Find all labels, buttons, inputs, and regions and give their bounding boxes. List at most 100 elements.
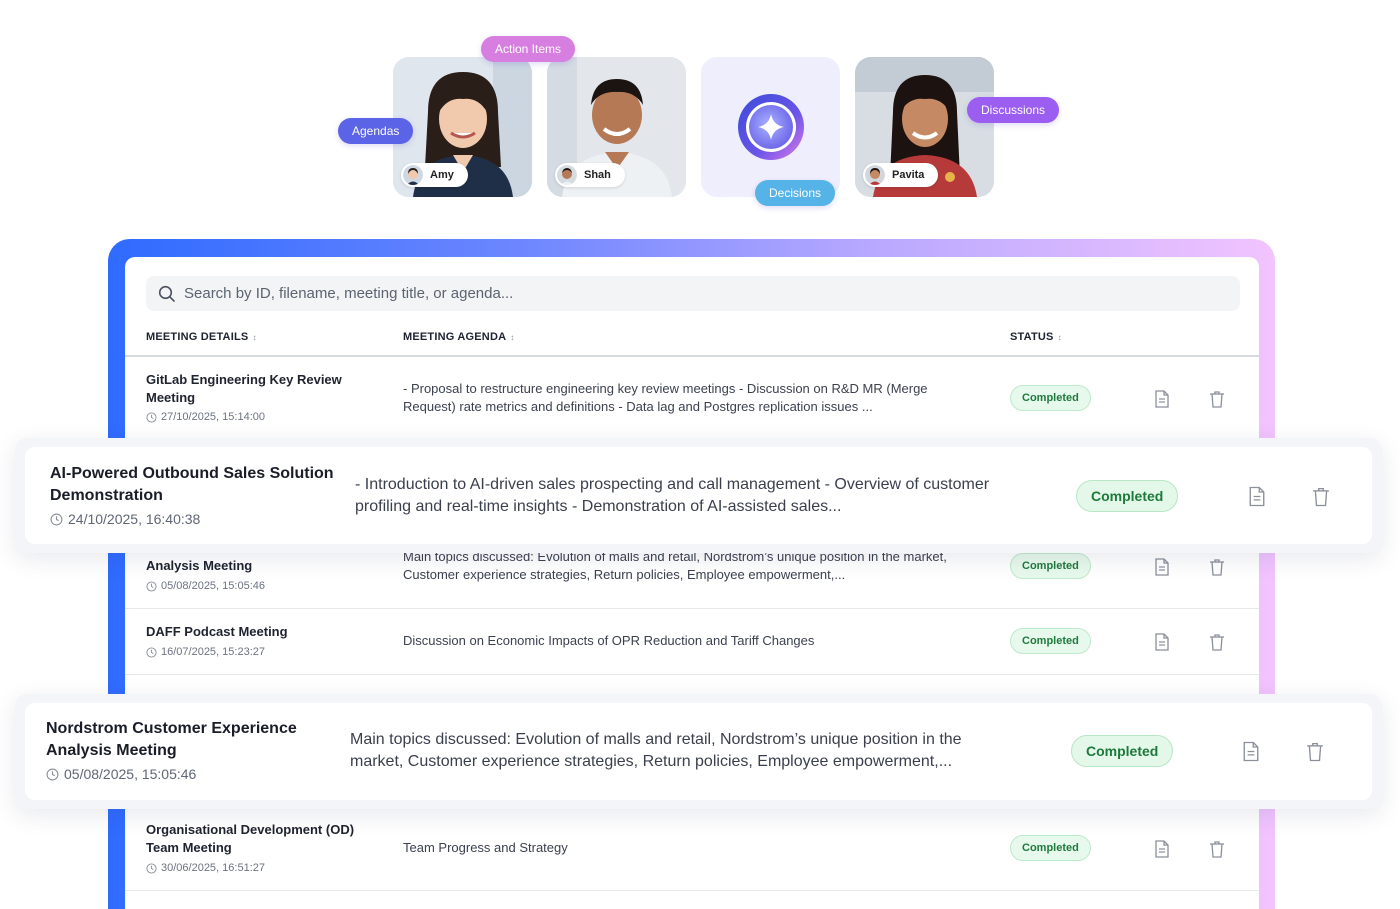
status-badge: Completed xyxy=(1010,553,1091,579)
row-divider xyxy=(125,890,1259,891)
document-icon xyxy=(1155,633,1169,651)
row-divider xyxy=(125,674,1259,675)
participant-name-chip: Amy xyxy=(401,163,468,187)
meeting-title: Organisational Development (OD) Team Mee… xyxy=(146,822,355,855)
discussions-tag: Discussions xyxy=(967,97,1060,123)
delete-button[interactable] xyxy=(1208,839,1226,859)
meeting-title: DAFF Podcast Meeting xyxy=(146,624,288,639)
sort-icon: ↕ xyxy=(1057,332,1062,342)
table-row[interactable]: Analysis Meeting 05/08/2025, 15:05:46 Ma… xyxy=(125,545,1259,608)
table-row[interactable]: GitLab Engineering Key Review Meeting 27… xyxy=(125,357,1259,442)
view-transcript-button[interactable] xyxy=(1153,839,1171,859)
status-badge: Completed xyxy=(1076,480,1179,512)
meeting-date: 27/10/2025, 15:14:00 xyxy=(146,411,265,423)
meeting-agenda: - Introduction to AI-driven sales prospe… xyxy=(355,476,990,515)
meeting-title: Nordstrom Customer Experience Analysis M… xyxy=(46,720,297,759)
trash-icon xyxy=(1210,634,1224,651)
meeting-date-text: 05/08/2025, 15:05:46 xyxy=(64,766,197,782)
participant-tile-shah: Shah xyxy=(547,57,686,197)
participant-tile-amy: Amy xyxy=(393,57,532,197)
status-badge: Completed xyxy=(1010,628,1091,654)
clock-icon xyxy=(146,646,157,658)
meeting-date: 16/07/2025, 15:23:27 xyxy=(146,646,265,658)
status-badge: Completed xyxy=(1071,735,1174,767)
clock-icon xyxy=(146,862,157,874)
column-header-meeting-agenda[interactable]: MEETING AGENDA ↕ xyxy=(403,331,514,343)
meeting-date: 30/06/2025, 16:51:27 xyxy=(146,862,265,874)
meeting-agenda: Main topics discussed: Evolution of mall… xyxy=(403,549,947,582)
delete-button[interactable] xyxy=(1208,389,1226,409)
trash-icon xyxy=(1307,742,1323,761)
highlighted-card-body: AI-Powered Outbound Sales Solution Demon… xyxy=(25,447,1372,544)
participant-name-chip: Pavita xyxy=(863,163,939,187)
table-row[interactable]: Organisational Development (OD) Team Mee… xyxy=(125,810,1259,890)
meeting-agenda: Main topics discussed: Evolution of mall… xyxy=(350,731,962,770)
status-badge: Completed xyxy=(1010,385,1091,411)
column-header-meeting-details[interactable]: MEETING DETAILS ↕ xyxy=(146,331,257,343)
column-header-label: MEETING DETAILS xyxy=(146,331,249,343)
document-icon xyxy=(1243,741,1259,761)
document-icon xyxy=(1155,840,1169,858)
document-icon xyxy=(1155,558,1169,576)
delete-button[interactable] xyxy=(1305,740,1325,762)
meeting-date: 24/10/2025, 16:40:38 xyxy=(50,511,200,527)
agendas-tag: Agendas xyxy=(338,118,414,144)
status-badge: Completed xyxy=(1010,835,1091,861)
sort-icon: ↕ xyxy=(510,332,515,342)
view-transcript-button[interactable] xyxy=(1153,557,1171,577)
delete-button[interactable] xyxy=(1311,485,1331,507)
clock-icon xyxy=(146,580,157,592)
trash-icon xyxy=(1210,841,1224,858)
meeting-date-text: 05/08/2025, 15:05:46 xyxy=(161,580,265,592)
ai-sparkle-icon xyxy=(737,94,804,160)
view-transcript-button[interactable] xyxy=(1153,632,1171,652)
action-items-tag: Action Items xyxy=(481,36,576,62)
clock-icon xyxy=(50,513,63,525)
delete-button[interactable] xyxy=(1208,632,1226,652)
meeting-date: 05/08/2025, 15:05:46 xyxy=(146,580,265,592)
search-placeholder: Search by ID, filename, meeting title, o… xyxy=(184,285,514,302)
participant-name: Amy xyxy=(430,169,454,181)
clock-icon xyxy=(46,768,59,780)
table-row[interactable]: DAFF Podcast Meeting 16/07/2025, 15:23:2… xyxy=(125,609,1259,674)
meeting-date-text: 27/10/2025, 15:14:00 xyxy=(161,411,265,423)
highlighted-card-body: Nordstrom Customer Experience Analysis M… xyxy=(25,703,1372,800)
meeting-agenda: Team Progress and Strategy xyxy=(403,840,568,855)
column-header-label: STATUS xyxy=(1010,331,1054,343)
search-icon xyxy=(158,285,175,302)
participant-name-chip: Shah xyxy=(555,163,625,187)
meeting-agenda: - Proposal to restructure engineering ke… xyxy=(403,381,928,414)
sort-icon: ↕ xyxy=(252,332,257,342)
avatar xyxy=(865,165,885,185)
participant-name: Pavita xyxy=(892,169,925,181)
meeting-title: GitLab Engineering Key Review Meeting xyxy=(146,372,342,405)
trash-icon xyxy=(1313,487,1329,506)
view-transcript-button[interactable] xyxy=(1241,740,1261,762)
document-icon xyxy=(1249,486,1265,506)
search-input[interactable]: Search by ID, filename, meeting title, o… xyxy=(146,276,1240,311)
meeting-date-text: 16/07/2025, 15:23:27 xyxy=(161,646,265,658)
highlighted-meeting-card[interactable]: AI-Powered Outbound Sales Solution Demon… xyxy=(15,438,1382,553)
avatar xyxy=(557,165,577,185)
meeting-date-text: 30/06/2025, 16:51:27 xyxy=(161,862,265,874)
avatar xyxy=(403,165,423,185)
participant-tile-pavita: Pavita xyxy=(855,57,994,197)
meeting-title: Analysis Meeting xyxy=(146,558,253,573)
trash-icon xyxy=(1210,391,1224,408)
meeting-date: 05/08/2025, 15:05:46 xyxy=(46,766,196,782)
delete-button[interactable] xyxy=(1208,557,1226,577)
document-icon xyxy=(1155,390,1169,408)
ai-assistant-tile xyxy=(701,57,840,197)
meeting-date-text: 24/10/2025, 16:40:38 xyxy=(68,511,201,527)
clock-icon xyxy=(146,411,157,423)
decisions-tag: Decisions xyxy=(755,180,836,206)
participant-name: Shah xyxy=(584,169,611,181)
meeting-title: AI-Powered Outbound Sales Solution Demon… xyxy=(50,465,334,504)
highlighted-meeting-card[interactable]: Nordstrom Customer Experience Analysis M… xyxy=(15,694,1382,809)
view-transcript-button[interactable] xyxy=(1153,389,1171,409)
view-transcript-button[interactable] xyxy=(1247,485,1267,507)
trash-icon xyxy=(1210,559,1224,576)
meeting-agenda: Discussion on Economic Impacts of OPR Re… xyxy=(403,633,815,648)
column-header-status[interactable]: STATUS ↕ xyxy=(1010,331,1062,343)
column-header-label: MEETING AGENDA xyxy=(403,331,507,343)
